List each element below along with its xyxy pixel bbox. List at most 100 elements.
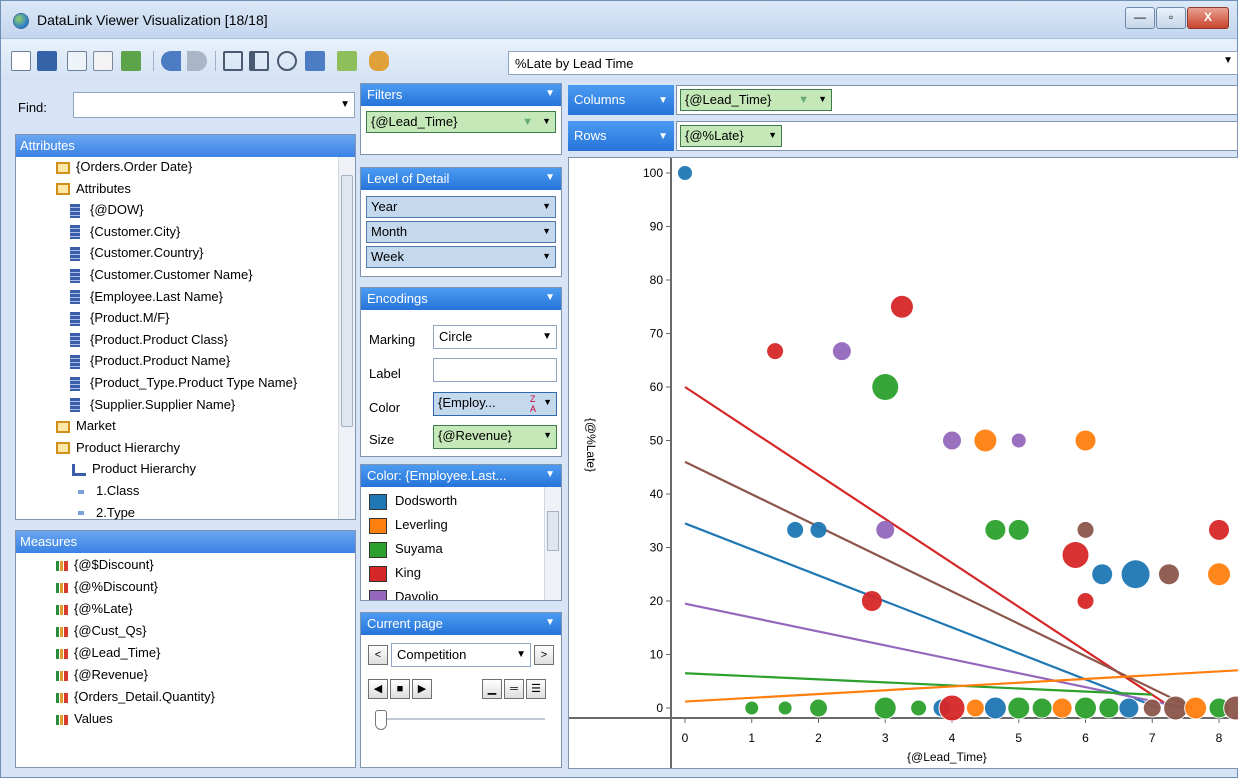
legend-item[interactable]: Dodsworth <box>369 493 457 514</box>
save-icon[interactable] <box>37 51 57 71</box>
lod-pill-month[interactable]: Month ▼ <box>366 221 556 243</box>
attributes-scrollbar[interactable] <box>338 157 355 519</box>
prev-page-button[interactable]: < <box>368 645 388 665</box>
speed-slow-icon[interactable]: ▁ <box>482 679 502 699</box>
new-icon[interactable] <box>11 51 31 71</box>
preview-icon[interactable] <box>67 51 87 71</box>
play-back-icon[interactable]: ◀ <box>368 679 388 699</box>
find-input[interactable]: ▼ <box>73 92 355 118</box>
data-point[interactable] <box>767 343 784 360</box>
size-encoding-pill[interactable]: {@Revenue} ▼ <box>433 425 557 449</box>
data-point[interactable] <box>1074 696 1097 720</box>
scrollbar-thumb[interactable] <box>547 511 559 551</box>
columns-shelf[interactable]: {@Lead_Time} ▼ ▼ <box>676 85 1238 115</box>
copy-icon[interactable] <box>93 51 113 71</box>
marking-select[interactable]: Circle ▼ <box>433 325 557 349</box>
visualization-select[interactable]: %Late by Lead Time ▼ <box>508 51 1238 75</box>
color-encoding-pill[interactable]: {Employ... Z A ▼ <box>433 392 557 416</box>
data-point[interactable] <box>910 699 928 717</box>
data-point[interactable] <box>974 429 997 452</box>
data-point[interactable] <box>1209 519 1229 540</box>
data-point[interactable] <box>1223 695 1238 721</box>
tree-item[interactable]: Market <box>56 418 116 439</box>
page-select[interactable]: Competition ▼ <box>391 643 531 667</box>
rows-shelf-label[interactable]: Rows ▼ <box>568 121 674 151</box>
data-point[interactable] <box>872 374 899 400</box>
data-point[interactable] <box>1031 697 1053 719</box>
tree-item[interactable]: {Orders_Detail.Quantity} <box>56 689 215 710</box>
minimize-button[interactable]: — <box>1125 7 1155 29</box>
legend-item[interactable]: Davolio <box>369 589 438 600</box>
stop-icon[interactable]: ■ <box>390 679 410 699</box>
data-point[interactable] <box>876 520 895 539</box>
data-point[interactable] <box>1077 521 1094 538</box>
data-point[interactable] <box>938 694 966 722</box>
speed-fast-icon[interactable]: ☰ <box>526 679 546 699</box>
data-point[interactable] <box>1142 698 1162 718</box>
data-point[interactable] <box>1011 433 1026 448</box>
tree-item[interactable]: {Supplier.Supplier Name} <box>70 397 235 418</box>
tree-item[interactable]: {@%Discount} <box>56 579 158 600</box>
data-point[interactable] <box>1118 697 1140 719</box>
data-point[interactable] <box>1158 564 1179 585</box>
data-point[interactable] <box>873 696 897 720</box>
data-point[interactable] <box>1098 697 1120 719</box>
maximize-button[interactable]: ▫ <box>1156 7 1186 29</box>
tree-item[interactable]: 2.Type <box>78 505 135 526</box>
redo-icon[interactable] <box>187 51 207 71</box>
data-point[interactable] <box>861 591 882 611</box>
chart-type-icon[interactable] <box>337 51 357 71</box>
send-icon[interactable] <box>305 51 325 71</box>
rows-pill-pct-late[interactable]: {@%Late} ▼ <box>680 125 782 147</box>
data-point[interactable] <box>1092 564 1113 585</box>
swap-axes-icon[interactable] <box>223 51 243 71</box>
rows-shelf[interactable]: {@%Late} ▼ <box>676 121 1238 151</box>
tree-item[interactable]: {@Cust_Qs} <box>56 623 146 644</box>
tree-item[interactable]: Attributes <box>56 181 131 202</box>
data-point[interactable] <box>985 519 1006 540</box>
close-button[interactable]: X <box>1187 7 1229 29</box>
tree-item[interactable]: {Customer.Country} <box>70 245 203 266</box>
data-point[interactable] <box>1062 541 1089 568</box>
play-forward-icon[interactable]: ▶ <box>412 679 432 699</box>
tree-item[interactable]: 1.Class <box>78 483 139 504</box>
legend-item[interactable]: Suyama <box>369 541 443 562</box>
legend-item[interactable]: Leverling <box>369 517 448 538</box>
data-point[interactable] <box>1121 560 1150 589</box>
fit-icon[interactable] <box>277 51 297 71</box>
tree-item[interactable]: {Employee.Last Name} <box>70 289 223 310</box>
tree-item[interactable]: {Product.Product Class} <box>70 332 228 353</box>
data-point[interactable] <box>943 431 961 450</box>
columns-pill-lead-time[interactable]: {@Lead_Time} ▼ ▼ <box>680 89 832 111</box>
legend-item[interactable]: King <box>369 565 421 586</box>
scrollbar-thumb[interactable] <box>341 175 353 427</box>
data-point[interactable] <box>787 521 804 538</box>
page-slider-thumb[interactable] <box>375 710 387 730</box>
tree-item[interactable]: Product Hierarchy <box>56 440 180 461</box>
data-point[interactable] <box>744 700 760 716</box>
data-point[interactable] <box>1208 563 1230 586</box>
tree-item[interactable]: {Customer.Customer Name} <box>70 267 253 288</box>
tree-item[interactable]: {@Revenue} <box>56 667 148 688</box>
tree-item[interactable]: {@$Discount} <box>56 557 154 578</box>
tree-item[interactable]: {Product.Product Name} <box>70 353 230 374</box>
panel-icon[interactable] <box>249 51 269 71</box>
tree-item[interactable]: {Product_Type.Product Type Name} <box>70 375 297 396</box>
data-point[interactable] <box>983 696 1007 720</box>
label-field[interactable] <box>433 358 557 382</box>
tree-item[interactable]: Product Hierarchy <box>72 461 196 482</box>
lod-pill-week[interactable]: Week ▼ <box>366 246 556 268</box>
data-point[interactable] <box>890 295 913 318</box>
data-point[interactable] <box>777 700 793 716</box>
data-point[interactable] <box>678 166 692 180</box>
lod-pill-year[interactable]: Year ▼ <box>366 196 556 218</box>
legend-scrollbar[interactable] <box>544 487 561 600</box>
data-point[interactable] <box>1075 430 1096 451</box>
tree-item[interactable]: {Customer.City} <box>70 224 180 245</box>
export-icon[interactable] <box>121 51 141 71</box>
undo-icon[interactable] <box>161 51 181 71</box>
data-point[interactable] <box>810 521 827 538</box>
color-palette-icon[interactable] <box>369 51 389 71</box>
tree-item[interactable]: {Product.M/F} <box>70 310 169 331</box>
data-point[interactable] <box>1051 697 1073 719</box>
